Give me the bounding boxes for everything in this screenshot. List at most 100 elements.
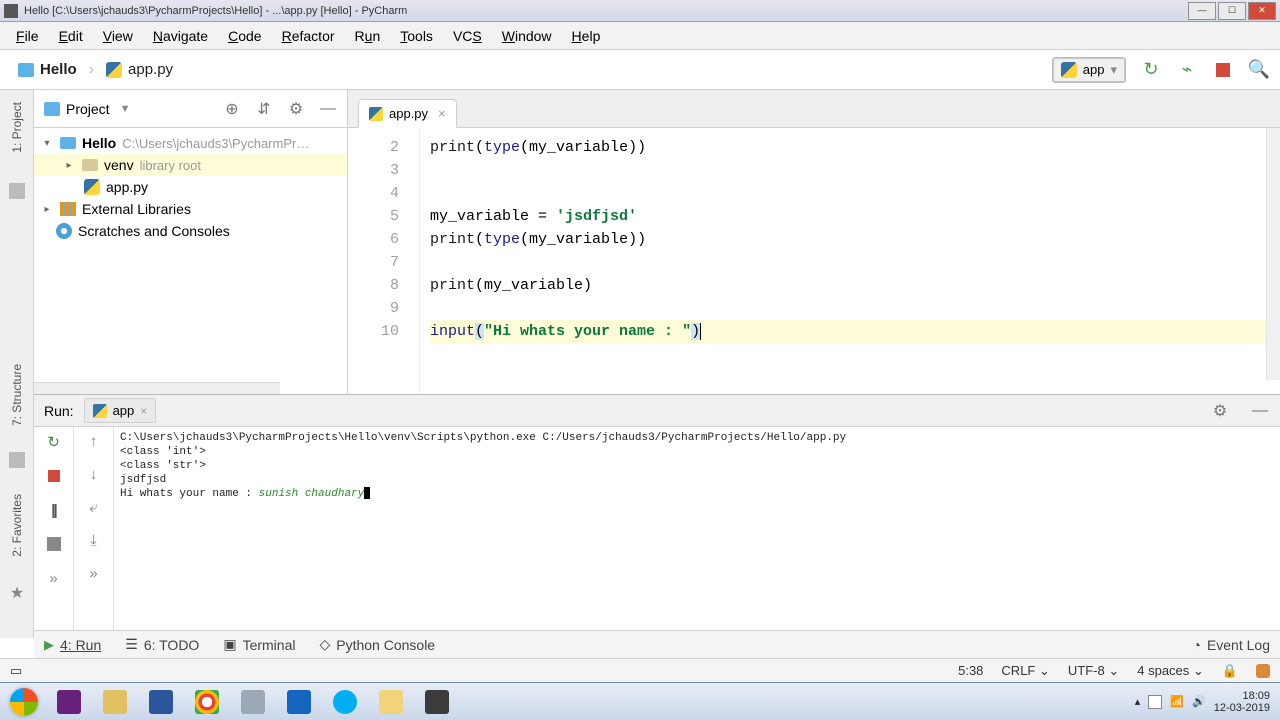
- down-button[interactable]: ↓: [90, 466, 98, 483]
- hide-icon[interactable]: —: [1250, 401, 1270, 421]
- editor-scrollbar[interactable]: [1266, 128, 1280, 380]
- taskbar-app[interactable]: [370, 686, 412, 718]
- rerun-button[interactable]: ↻: [45, 433, 63, 451]
- close-tab-icon[interactable]: ×: [140, 404, 147, 418]
- tree-scratches-label: Scratches and Consoles: [78, 223, 230, 239]
- status-toggle-icon[interactable]: ▭: [10, 663, 22, 679]
- clock[interactable]: 18:09 12-03-2019: [1214, 690, 1270, 714]
- taskbar-app[interactable]: [232, 686, 274, 718]
- search-everywhere-button[interactable]: 🔍: [1248, 59, 1270, 81]
- tree-venv[interactable]: ▸ venv library root: [34, 154, 347, 176]
- gear-icon[interactable]: ⚙: [287, 100, 305, 118]
- tree-file-app[interactable]: app.py: [34, 176, 347, 198]
- debug-button[interactable]: ⌁: [1176, 59, 1198, 81]
- status-eol[interactable]: CRLF ⌄: [1001, 663, 1049, 679]
- status-position[interactable]: 5:38: [958, 663, 983, 678]
- folder-icon: [60, 137, 76, 149]
- python-icon: [1061, 62, 1077, 78]
- eventlog-icon: ◔: [1192, 637, 1200, 653]
- taskbar-app[interactable]: [48, 686, 90, 718]
- run-console[interactable]: C:\Users\jchauds3\PycharmProjects\Hello\…: [114, 427, 1280, 634]
- folder-icon: [18, 63, 34, 77]
- layout-icon: [47, 537, 61, 551]
- network-icon[interactable]: 📶: [1170, 695, 1184, 708]
- taskbar-app[interactable]: [416, 686, 458, 718]
- tree-root[interactable]: ▾ Hello C:\Users\jchauds3\PycharmPr…: [34, 132, 347, 154]
- expand-arrow-icon[interactable]: ▸: [62, 160, 76, 171]
- lock-icon[interactable]: 🔒: [1222, 663, 1238, 679]
- menu-tools[interactable]: Tools: [390, 25, 443, 47]
- rail-icon: [9, 452, 25, 468]
- tree-scratches[interactable]: Scratches and Consoles: [34, 220, 347, 242]
- python-icon: [93, 404, 107, 418]
- menu-code[interactable]: Code: [218, 25, 271, 47]
- up-button[interactable]: ↑: [90, 433, 98, 450]
- more-button[interactable]: »: [45, 569, 63, 587]
- system-tray[interactable]: ▴ 📶 🔊 18:09 12-03-2019: [1135, 690, 1276, 714]
- expand-arrow-icon[interactable]: ▸: [40, 204, 54, 215]
- project-tree: ▾ Hello C:\Users\jchauds3\PycharmPr… ▸ v…: [34, 128, 347, 246]
- resize-handle[interactable]: [34, 382, 280, 394]
- pause-button[interactable]: ||: [45, 501, 63, 519]
- menu-view[interactable]: View: [93, 25, 143, 47]
- action-center-icon[interactable]: [1148, 695, 1162, 709]
- tool-eventlog[interactable]: ◔Event Log: [1192, 637, 1270, 653]
- menu-vcs[interactable]: VCS: [443, 25, 492, 47]
- tree-file-name: app.py: [106, 179, 148, 195]
- scroll-end-button[interactable]: ⤓: [90, 532, 97, 549]
- hide-icon[interactable]: —: [319, 100, 337, 118]
- close-tab-icon[interactable]: ×: [438, 106, 446, 121]
- taskbar-app[interactable]: [94, 686, 136, 718]
- gear-icon[interactable]: ⚙: [1210, 401, 1230, 421]
- editor-tab-app[interactable]: app.py ×: [358, 99, 457, 128]
- soft-wrap-button[interactable]: ⤶: [89, 499, 97, 516]
- tool-pyconsole[interactable]: ◇Python Console: [319, 636, 435, 653]
- menu-refactor[interactable]: Refactor: [272, 25, 345, 47]
- play-icon: ↻: [1143, 59, 1158, 80]
- app-icon: [4, 4, 18, 18]
- start-button[interactable]: [4, 686, 44, 718]
- more-button[interactable]: »: [89, 565, 97, 582]
- run-button[interactable]: ↻: [1140, 59, 1162, 81]
- tray-chevron-icon[interactable]: ▴: [1135, 695, 1141, 708]
- taskbar-app[interactable]: [324, 686, 366, 718]
- close-button[interactable]: ✕: [1248, 2, 1276, 20]
- taskbar-app[interactable]: [186, 686, 228, 718]
- inspector-icon[interactable]: [1256, 664, 1270, 678]
- status-encoding[interactable]: UTF-8 ⌄: [1068, 663, 1119, 679]
- menu-run[interactable]: Run: [345, 25, 391, 47]
- run-config-dropdown[interactable]: app ▾: [1052, 57, 1126, 83]
- volume-icon[interactable]: 🔊: [1192, 695, 1206, 708]
- navigation-bar: Hello › app.py app ▾ ↻ ⌁ 🔍: [0, 50, 1280, 90]
- chevron-down-icon[interactable]: ▼: [120, 103, 131, 115]
- menu-help[interactable]: Help: [562, 25, 611, 47]
- run-tool-window: Run: app × ⚙ — ↻ || » ↑ ↓ ⤶ ⤓ » C:\Users…: [34, 394, 1280, 634]
- breadcrumb-project[interactable]: Hello: [10, 57, 85, 82]
- breadcrumb-file[interactable]: app.py: [98, 57, 181, 82]
- menu-file[interactable]: File: [6, 25, 49, 47]
- python-file-icon: [106, 62, 122, 78]
- taskbar-app[interactable]: [278, 686, 320, 718]
- menu-edit[interactable]: Edit: [49, 25, 93, 47]
- menu-window[interactable]: Window: [492, 25, 562, 47]
- status-indent[interactable]: 4 spaces ⌄: [1137, 663, 1204, 679]
- tree-external-libs[interactable]: ▸ External Libraries: [34, 198, 347, 220]
- rail-favorites[interactable]: 2: Favorites: [10, 490, 24, 561]
- taskbar-app[interactable]: [140, 686, 182, 718]
- maximize-button[interactable]: ☐: [1218, 2, 1246, 20]
- run-tab-app[interactable]: app ×: [84, 398, 157, 423]
- tree-venv-name: venv: [104, 157, 134, 173]
- stop-button[interactable]: [1212, 59, 1234, 81]
- stop-button[interactable]: [45, 467, 63, 485]
- tool-run[interactable]: ▶4: Run: [44, 637, 101, 653]
- layout-button[interactable]: [45, 535, 63, 553]
- menu-navigate[interactable]: Navigate: [143, 25, 218, 47]
- minimize-button[interactable]: —: [1188, 2, 1216, 20]
- rail-structure[interactable]: 7: Structure: [10, 360, 24, 430]
- expand-arrow-icon[interactable]: ▾: [40, 138, 54, 149]
- collapse-icon[interactable]: ⇵: [255, 100, 273, 118]
- tool-todo[interactable]: ☰6: TODO: [125, 636, 199, 653]
- rail-project[interactable]: 1: Project: [10, 98, 24, 157]
- tool-terminal[interactable]: ▣Terminal: [223, 636, 295, 653]
- locate-icon[interactable]: ⊕: [223, 100, 241, 118]
